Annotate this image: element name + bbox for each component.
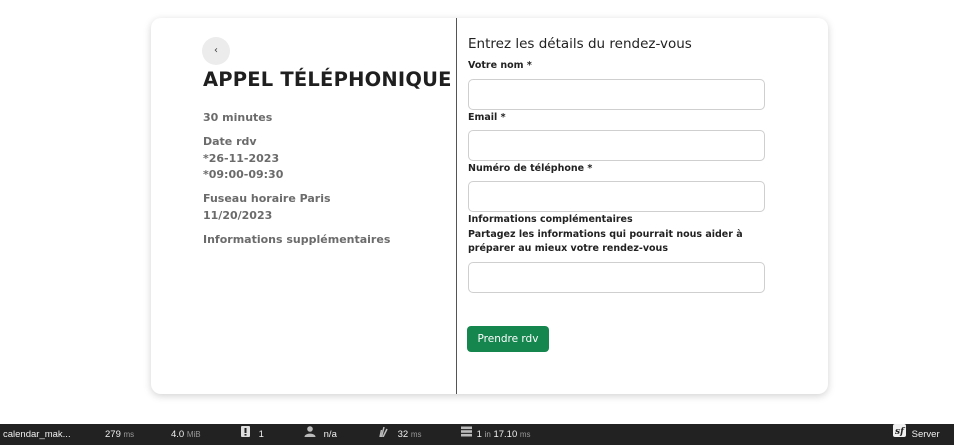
timezone-block: Fuseau horaire Paris 11/20/2023 — [203, 191, 331, 224]
toolbar-route[interactable]: calendar_mak... — [3, 424, 71, 445]
appointment-card: ‹ APPEL TÉLÉPHONIQUE 30 minutes Date rdv… — [151, 18, 828, 394]
toolbar-db-queries: 1 — [476, 429, 482, 441]
toolbar-database[interactable]: 1 in 17.10 ms — [461, 424, 531, 445]
extra-info-label: Informations supplémentaires — [203, 233, 391, 246]
toolbar-db-unit: ms — [519, 430, 531, 440]
toolbar-server[interactable]: sf Server — [893, 424, 940, 445]
toolbar-time[interactable]: 279 ms — [105, 424, 134, 445]
additional-info-input[interactable] — [468, 262, 765, 293]
toolbar-server-label: Server — [911, 429, 940, 441]
name-input[interactable] — [468, 79, 765, 110]
toolbar-twig-unit: ms — [410, 430, 422, 440]
event-title: APPEL TÉLÉPHONIQUE — [203, 68, 452, 91]
timezone-label: Fuseau horaire Paris — [203, 192, 331, 205]
back-button[interactable]: ‹ — [202, 37, 230, 65]
form-title: Entrez les détails du rendez-vous — [468, 36, 692, 52]
time-value: *09:00-09:30 — [203, 168, 284, 181]
debug-toolbar: calendar_mak... 279 ms 4.0 MiB 1 n/a 32 … — [0, 424, 954, 445]
email-label: Email * — [468, 112, 506, 123]
toolbar-time-value: 279 — [105, 429, 121, 440]
name-label: Votre nom * — [468, 60, 532, 71]
symfony-logo-icon: sf — [893, 424, 906, 445]
twig-icon — [378, 424, 390, 445]
toolbar-memory-value: 4.0 — [171, 429, 185, 440]
toolbar-db-time: 17.10 — [493, 429, 518, 441]
toolbar-memory[interactable]: 4.0 MiB — [171, 424, 201, 445]
appointment-date-block: Date rdv *26-11-2023 *09:00-09:30 — [203, 134, 283, 184]
additional-info-help: Partagez les informations qui pourrait n… — [468, 229, 743, 254]
toolbar-errors[interactable]: 1 — [240, 424, 264, 445]
toolbar-user[interactable]: n/a — [304, 424, 337, 445]
date-value: *26-11-2023 — [203, 151, 280, 165]
date-label: Date rdv — [203, 135, 257, 148]
database-icon — [461, 424, 472, 445]
toolbar-memory-unit: MiB — [186, 430, 201, 439]
phone-input[interactable] — [468, 181, 765, 212]
phone-label: Numéro de téléphone * — [468, 163, 593, 174]
user-icon — [304, 424, 316, 445]
toolbar-time-unit: ms — [123, 430, 135, 439]
toolbar-twig[interactable]: 32 ms — [378, 424, 422, 445]
submit-button[interactable]: Prendre rdv — [467, 326, 549, 352]
toolbar-twig-value: 32 — [397, 429, 409, 441]
toolbar-db-in: in — [484, 430, 491, 440]
toolbar-errors-count: 1 — [258, 429, 264, 441]
event-duration: 30 minutes — [203, 111, 273, 124]
column-divider — [456, 18, 457, 394]
alert-icon — [240, 424, 251, 445]
additional-info-label: Informations complémentaires — [468, 214, 633, 225]
toolbar-user-value: n/a — [323, 429, 337, 441]
email-input[interactable] — [468, 130, 765, 161]
timezone-date: 11/20/2023 — [203, 208, 273, 222]
